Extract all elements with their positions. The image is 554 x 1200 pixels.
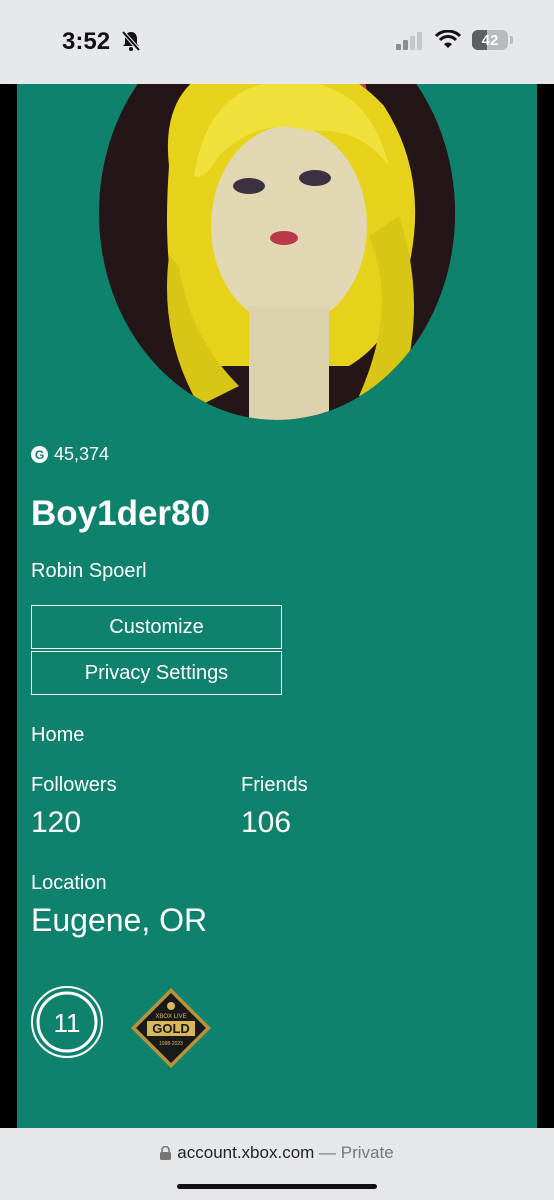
followers-label[interactable]: Followers [31, 774, 117, 797]
followers-count[interactable]: 120 [31, 806, 81, 840]
profile-avatar[interactable] [99, 84, 455, 420]
battery-icon: 42 [472, 30, 508, 50]
reputation-level: 11 [54, 1008, 81, 1038]
profile-panel: G 45,374 Boy1der80 Robin Spoerl Customiz… [17, 84, 537, 1128]
avatar-image [99, 84, 455, 420]
gamerscore: G 45,374 [31, 444, 109, 465]
friends-count[interactable]: 106 [241, 806, 291, 840]
reputation-badge[interactable]: 11 [29, 984, 105, 1060]
status-bar: 3:52 42 [0, 0, 554, 84]
gold-badge-label: GOLD [152, 1021, 190, 1036]
gamerscore-value: 45,374 [54, 444, 110, 464]
private-mode-label: — Private [319, 1143, 394, 1162]
wifi-icon [435, 30, 461, 48]
location-value: Eugene, OR [31, 902, 208, 938]
signal-icon [396, 32, 422, 50]
battery-level: 42 [481, 32, 499, 49]
xbox-logo-icon [167, 1002, 175, 1010]
real-name: Robin Spoerl [31, 560, 147, 582]
url-domain: account.xbox.com [177, 1143, 315, 1162]
home-indicator [177, 1184, 377, 1189]
url-display[interactable]: account.xbox.com — Private [0, 1143, 554, 1163]
browser-url-bar[interactable]: account.xbox.com — Private [0, 1128, 554, 1200]
home-link[interactable]: Home [31, 724, 84, 747]
location-label: Location [31, 872, 107, 894]
xbox-live-gold-badge[interactable]: XBOX LIVE GOLD 1998-2023 [129, 986, 213, 1070]
lock-icon [160, 1146, 172, 1160]
gamertag: Boy1der80 [31, 494, 210, 533]
friends-label[interactable]: Friends [241, 774, 308, 797]
customize-button[interactable]: Customize [31, 605, 282, 649]
gamerscore-icon: G [31, 446, 48, 463]
gold-badge-years: 1998-2023 [159, 1041, 183, 1047]
battery-tip [510, 36, 513, 44]
privacy-settings-button[interactable]: Privacy Settings [31, 651, 282, 695]
gold-badge-top: XBOX LIVE [155, 1014, 186, 1020]
status-time: 3:52 [62, 28, 111, 55]
bell-off-icon [121, 30, 141, 52]
